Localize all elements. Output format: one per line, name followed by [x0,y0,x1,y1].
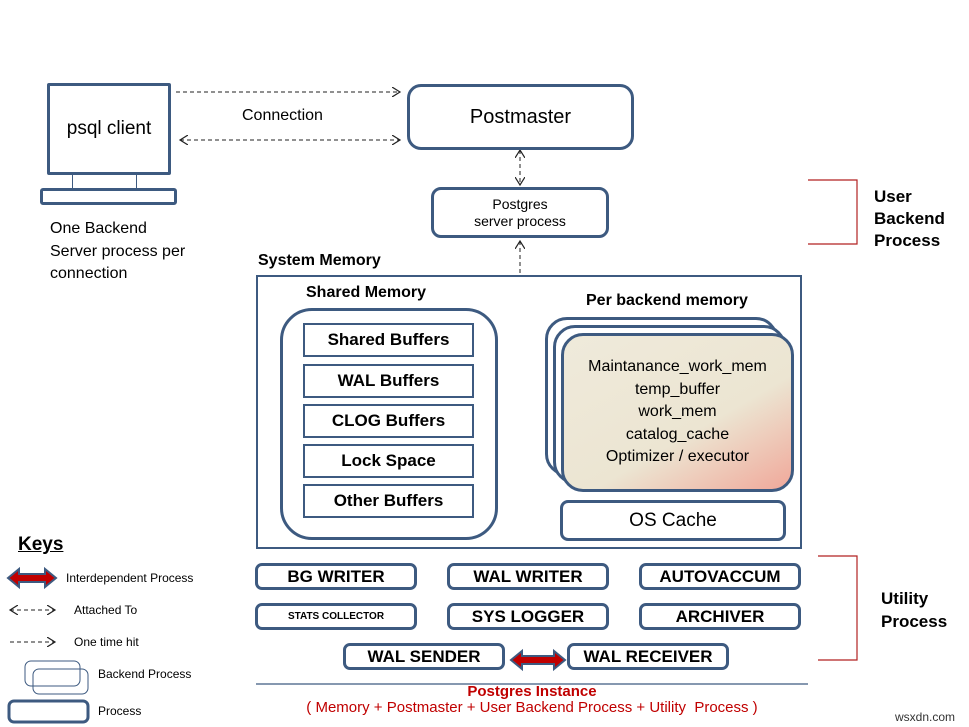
buffer-other-buffers: Other Buffers [303,484,474,518]
postgres-server-process: Postgres server process [431,187,609,238]
key-backend-icon-a [24,660,81,687]
key-label-one-time: One time hit [74,635,139,649]
key-label-backend: Backend Process [98,667,192,681]
psql-client-monitor: psql client [47,83,171,175]
shared-memory-title: Shared Memory [306,284,427,301]
connection-label: Connection [242,107,323,124]
os-cache-box: OS Cache [560,500,786,541]
utility-process-label: Utility Process [881,589,948,631]
monitor-keyboard [40,188,177,205]
util-autovaccum: AUTOVACCUM [639,563,801,590]
watermark: wsxdn.com [895,710,956,724]
key-label-interdependent: Interdependent Process [66,571,194,585]
keys-title: Keys [18,534,64,555]
buffer-shared-buffers: Shared Buffers [303,323,474,357]
system-memory-title: System Memory [258,252,381,269]
key-process-icon [7,699,90,724]
instance-title: Postgres Instance [467,683,597,700]
buffer-lock-space: Lock Space [303,444,474,478]
buffer-wal-buffers: WAL Buffers [303,364,474,398]
instance-subtitle: ( Memory + Postmaster + User Backend Pro… [306,699,758,716]
key-label-attached: Attached To [74,603,138,617]
key-label-process: Process [98,704,142,718]
interdependent-arrow [509,648,567,672]
postmaster-process: Postmaster [407,84,634,150]
client-note: One Backend Server process per connectio… [50,220,186,282]
util-bg-writer: BG WRITER [255,563,417,590]
util-wal-sender: WAL SENDER [343,643,505,670]
monitor-stand-left [72,175,73,189]
per-backend-title: Per backend memory [586,292,748,309]
utility-bracket [818,555,858,661]
util-stats-collector: STATS COLLECTOR [255,603,417,630]
util-sys-logger: SYS LOGGER [447,603,609,630]
user-backend-label: User Backend Process [874,187,945,250]
postmaster-label: Postmaster [469,105,572,128]
util-wal-receiver: WAL RECEIVER [567,643,729,670]
per-backend-memory-box: Maintanance_work_mem temp_buffer work_me… [561,333,794,492]
psql-client-label: psql client [66,118,152,139]
monitor-stand-right [136,175,137,189]
key-interdependent-icon [6,566,58,590]
user-backend-bracket [808,179,858,245]
key-backend-icon-b [32,668,89,695]
util-wal-writer: WAL WRITER [447,563,609,590]
util-archiver: ARCHIVER [639,603,801,630]
buffer-clog-buffers: CLOG Buffers [303,404,474,438]
